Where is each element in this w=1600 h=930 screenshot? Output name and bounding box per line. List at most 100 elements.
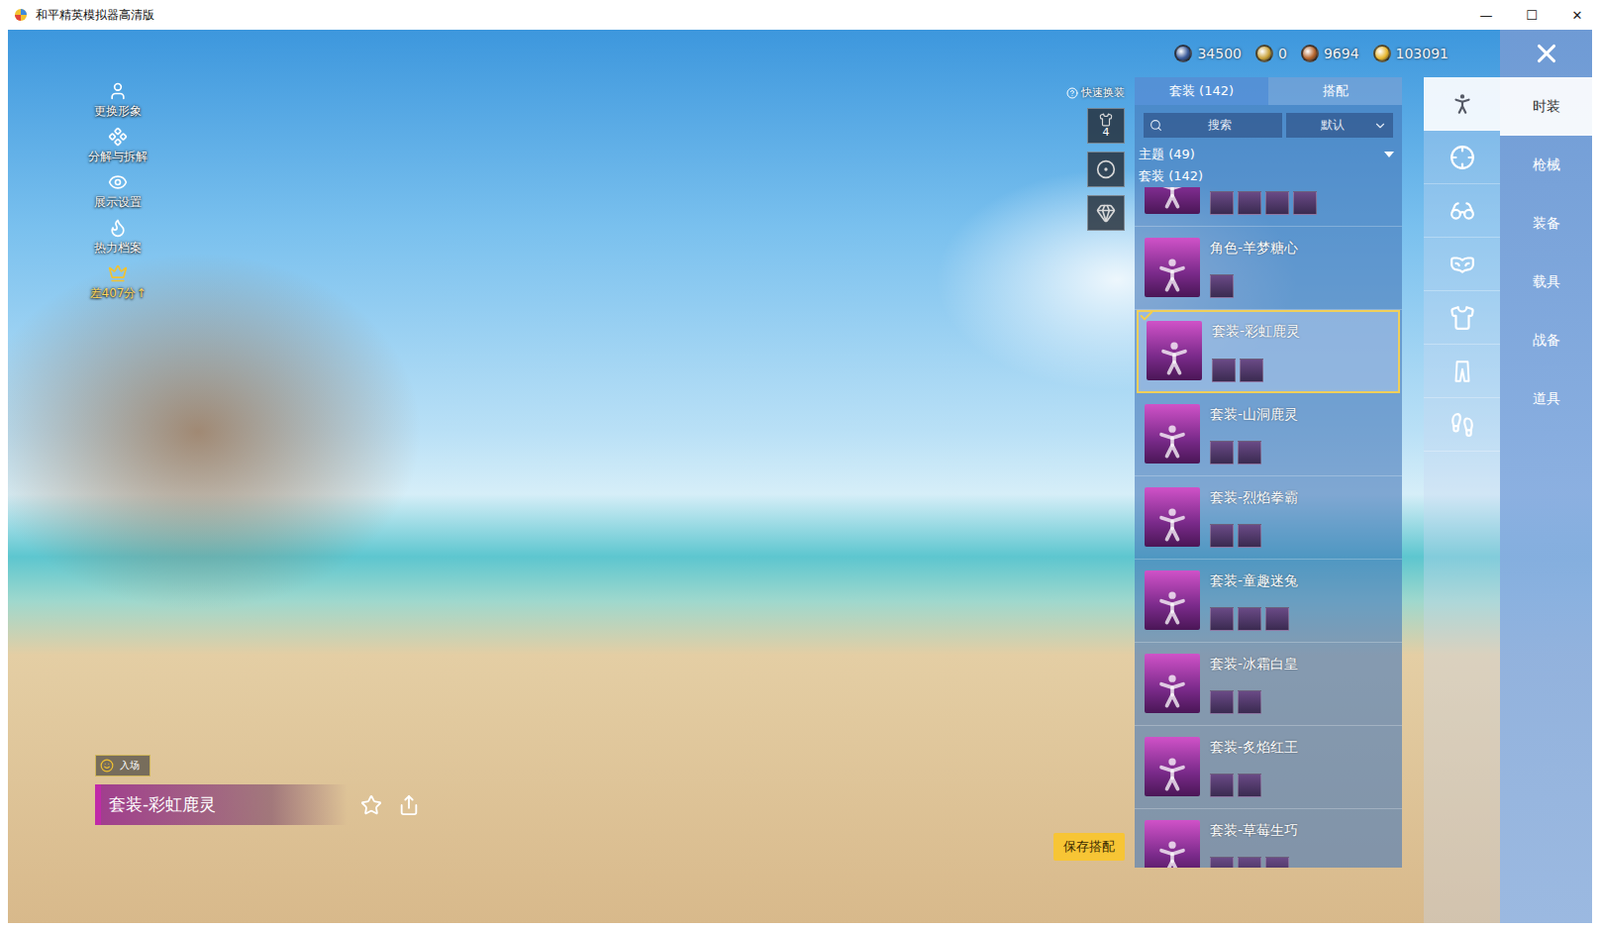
- outfit-part[interactable]: [1265, 856, 1290, 868]
- outfit-part[interactable]: [1209, 773, 1234, 798]
- currency-amount: 9694: [1323, 45, 1360, 62]
- search-row: 搜索默认: [1134, 104, 1402, 144]
- help-icon[interactable]: [1066, 87, 1079, 100]
- outfit-part[interactable]: [1239, 358, 1264, 383]
- slot-tab-icon: [1449, 198, 1476, 224]
- save-button[interactable]: 保存搭配: [1053, 832, 1125, 861]
- outfit-part[interactable]: [1209, 690, 1234, 714]
- slot-badge: 4: [1102, 126, 1110, 139]
- side-menu-item[interactable]: 更换形象: [94, 81, 142, 119]
- outfit-parts: [1209, 856, 1393, 868]
- side-menu-item[interactable]: 展示设置: [94, 172, 142, 210]
- figure-icon: [1150, 253, 1195, 298]
- category-tab[interactable]: 载具: [1500, 252, 1593, 311]
- outfit-item[interactable]: 套装-童趣迷兔: [1134, 559, 1402, 643]
- category-tab[interactable]: 战备: [1500, 310, 1593, 370]
- coin-icon: [1300, 44, 1319, 63]
- quick-switch: 快速换装4: [1066, 81, 1125, 231]
- outfit-item[interactable]: 角色-羊梦糖心: [1134, 226, 1402, 310]
- side-menu-label: 差407分↑: [90, 285, 147, 301]
- slot-tab-icon: [1449, 251, 1476, 278]
- side-menu-item[interactable]: 热力档案: [94, 217, 142, 256]
- outfit-item[interactable]: 套装-山洞鹿灵: [1134, 393, 1402, 477]
- outfit-part[interactable]: [1209, 606, 1234, 631]
- outfit-item[interactable]: 套装-冰霜白皇: [1134, 642, 1402, 726]
- list-tab[interactable]: 搭配: [1268, 77, 1402, 105]
- slot-tab[interactable]: [1423, 77, 1500, 131]
- showcase-top: 更换形象分解与拆解展示设置热力档案差407分↑ 快速换装4: [70, 81, 1125, 301]
- outfit-part[interactable]: [1237, 773, 1262, 798]
- outfit-item[interactable]: 套装-草莓生巧: [1134, 808, 1402, 868]
- slot-tab[interactable]: [1423, 291, 1500, 345]
- outfit-item[interactable]: [1134, 187, 1402, 227]
- main-area: 3450009694103091更换形象分解与拆解展示设置热力档案差407分↑快…: [7, 29, 1500, 923]
- figure-icon: [1150, 835, 1195, 868]
- outfit-thumbnail: [1144, 187, 1200, 214]
- quick-switch-slot[interactable]: 4: [1087, 107, 1125, 144]
- slot-tab-icon: [1449, 144, 1476, 171]
- outfit-part[interactable]: [1237, 523, 1262, 548]
- outfit-item[interactable]: 套装-炙焰红王: [1134, 725, 1402, 809]
- quick-switch-slot[interactable]: [1087, 151, 1125, 188]
- outfit-part[interactable]: [1209, 191, 1234, 215]
- outfit-list: 角色-羊梦糖心套装-彩虹鹿灵套装-山洞鹿灵套装-烈焰拳霸套装-童趣迷兔套装-冰霜…: [1134, 187, 1402, 868]
- check-icon: [1138, 307, 1155, 324]
- side-menu-item[interactable]: 分解与拆解: [88, 126, 148, 165]
- outfit-name-row: 套装-彩虹鹿灵: [95, 784, 423, 825]
- window-control-button[interactable]: ✕: [1554, 0, 1600, 30]
- outfit-part[interactable]: [1237, 690, 1262, 714]
- outfit-item-name: 套装-炙焰红王: [1209, 736, 1393, 757]
- sort-select[interactable]: 默认: [1286, 112, 1394, 138]
- outfit-part[interactable]: [1209, 274, 1234, 299]
- app-logo-icon: [13, 7, 28, 22]
- outfit-item[interactable]: 套装-烈焰拳霸: [1134, 476, 1402, 560]
- outfit-item[interactable]: 套装-彩虹鹿灵: [1136, 309, 1400, 394]
- outfit-part[interactable]: [1209, 440, 1234, 465]
- slot-tab[interactable]: [1423, 237, 1500, 292]
- outfit-part[interactable]: [1265, 606, 1290, 631]
- category-tab[interactable]: 装备: [1500, 194, 1593, 253]
- outfit-part[interactable]: [1211, 358, 1236, 383]
- window-control-button[interactable]: ☐: [1508, 0, 1555, 30]
- menu-icon: [107, 217, 128, 238]
- quick-switch-slot[interactable]: [1087, 195, 1125, 231]
- outfit-part[interactable]: [1265, 191, 1290, 215]
- slot-tab[interactable]: [1423, 344, 1500, 399]
- outfit-part[interactable]: [1237, 856, 1262, 868]
- category-tab[interactable]: 道具: [1500, 369, 1593, 428]
- game-viewport: 3450009694103091更换形象分解与拆解展示设置热力档案差407分↑快…: [0, 29, 1600, 930]
- figure-icon: [1150, 752, 1195, 797]
- search-field[interactable]: 搜索: [1143, 112, 1283, 138]
- favorite-button[interactable]: [357, 791, 386, 819]
- outfit-part[interactable]: [1237, 191, 1262, 215]
- outfit-part[interactable]: [1209, 856, 1234, 868]
- theme-group-header[interactable]: 主题 (49): [1134, 143, 1402, 166]
- outfit-part[interactable]: [1237, 606, 1262, 631]
- category-tab[interactable]: 枪械: [1500, 135, 1593, 195]
- figure-icon: [1150, 502, 1195, 547]
- list-tabs: 套装 (142)搭配: [1134, 77, 1402, 105]
- outfit-part[interactable]: [1209, 523, 1234, 548]
- outfit-info: 入场套装-彩虹鹿灵: [70, 754, 423, 825]
- share-button[interactable]: [395, 791, 423, 819]
- slot-tab[interactable]: [1423, 184, 1500, 238]
- figure-icon: [1150, 586, 1195, 630]
- outfit-part[interactable]: [1237, 440, 1262, 465]
- close-button[interactable]: [1500, 29, 1593, 78]
- outfit-thumbnail: [1146, 320, 1202, 381]
- slot-tab[interactable]: [1423, 398, 1500, 452]
- category-tab[interactable]: 时装: [1500, 77, 1593, 136]
- outfit-info: 套装-彩虹鹿灵: [1211, 320, 1391, 383]
- selected-mark: [1138, 307, 1155, 328]
- outfit-part[interactable]: [1293, 191, 1317, 215]
- slot-tab[interactable]: [1423, 130, 1500, 185]
- outfit-parts: [1209, 606, 1393, 631]
- list-tab[interactable]: 套装 (142): [1134, 77, 1269, 105]
- game-scene: 3450009694103091更换形象分解与拆解展示设置热力档案差407分↑快…: [7, 29, 1593, 923]
- coin-icon: [1174, 44, 1193, 63]
- side-menu-label: 更换形象: [94, 102, 142, 119]
- side-menu-item[interactable]: 差407分↑: [90, 263, 147, 301]
- currency: 103091: [1373, 44, 1449, 63]
- window-control-button[interactable]: —: [1463, 0, 1509, 30]
- entrance-badge[interactable]: 入场: [95, 754, 151, 777]
